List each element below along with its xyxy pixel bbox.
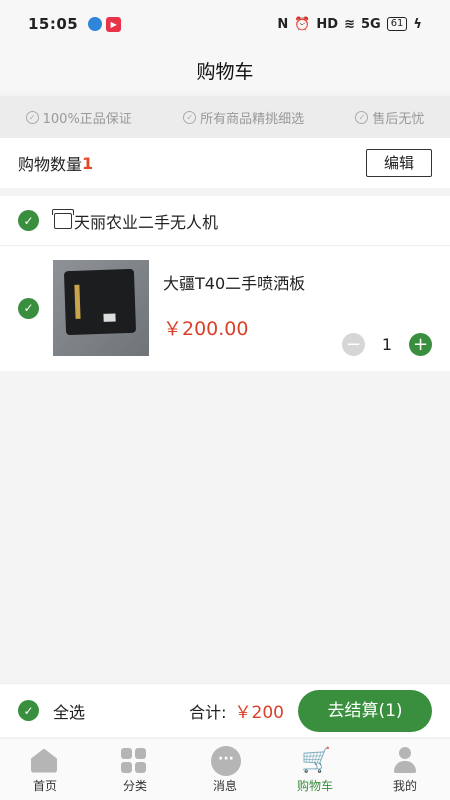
checkout-bar: ✓ 全选 合计: ￥200 去结算(1) [0, 683, 450, 737]
guarantee-label: 售后无忧 [372, 111, 425, 127]
home-icon [31, 746, 59, 774]
guarantee-bar: ✓ 100%正品保证 ✓ 所有商品精挑细选 ✓ 售后无忧 [0, 96, 450, 138]
tab-profile[interactable]: 我的 [360, 739, 450, 800]
cart-icon: 🛒 [301, 745, 331, 774]
guarantee-item: ✓ 所有商品精挑细选 [183, 108, 304, 127]
shop-card: ✓ 天丽农业二手无人机 ✓ 大疆T40二手喷洒板 ￥200.00 − 1 + [0, 196, 450, 371]
product-name[interactable]: 大疆T40二手喷洒板 [163, 270, 305, 294]
checkout-button[interactable]: 去结算(1) [298, 689, 432, 732]
item-select-checkbox[interactable]: ✓ [18, 297, 39, 319]
tab-messages[interactable]: ··· 消息 [180, 739, 270, 800]
category-icon [121, 746, 149, 774]
guarantee-label: 100%正品保证 [42, 111, 132, 127]
nfc-icon: N [277, 16, 289, 32]
user-icon [391, 746, 419, 774]
battery-icon: 61 [386, 17, 408, 31]
tab-category[interactable]: 分类 [90, 739, 180, 800]
quantity-value: 1 [381, 335, 393, 354]
guarantee-item: ✓ 100%正品保证 [25, 108, 132, 127]
guarantee-item: ✓ 售后无忧 [355, 108, 424, 127]
product-info: 大疆T40二手喷洒板 ￥200.00 [163, 246, 305, 341]
shop-header: ✓ 天丽农业二手无人机 [0, 196, 450, 246]
circuit-board-image [63, 268, 137, 336]
video-app-icon: ▶ [106, 16, 122, 32]
cart-count-value: 1 [82, 153, 94, 173]
cart-count-label: 购物数量 [18, 155, 83, 174]
shop-name[interactable]: 天丽农业二手无人机 [74, 209, 218, 233]
tab-label: 首页 [32, 778, 57, 793]
store-icon [52, 208, 74, 229]
tab-cart[interactable]: 🛒 购物车 [270, 739, 360, 800]
total-label: 合计: [189, 702, 227, 722]
check-icon: ✓ [183, 110, 197, 124]
status-indicators: N ⏰ HD ≋ 5G 61 ϟ [277, 17, 422, 32]
total-value: ￥200 [234, 703, 284, 723]
alarm-icon: ⏰ [294, 16, 311, 32]
decrease-quantity-button[interactable]: − [342, 333, 365, 356]
cart-count-row: 购物数量 1 编辑 [0, 138, 450, 188]
hd-icon: HD [316, 16, 339, 32]
wifi-icon: ≋ [344, 16, 355, 32]
check-icon: ✓ [355, 110, 369, 124]
product-image[interactable] [53, 260, 149, 356]
status-bar: 15:05 ▶ N ⏰ HD ≋ 5G 61 ϟ [0, 0, 450, 48]
status-apps: ▶ [88, 16, 122, 32]
bottom-tab-bar: 首页 分类 ··· 消息 🛒 购物车 我的 [0, 738, 450, 800]
tab-label: 分类 [122, 778, 147, 793]
increase-quantity-button[interactable]: + [409, 333, 432, 356]
tab-label: 我的 [392, 778, 417, 793]
page-title: 购物车 [196, 60, 254, 83]
browser-app-icon [88, 16, 103, 31]
tab-label: 消息 [212, 778, 237, 793]
guarantee-label: 所有商品精挑细选 [200, 111, 305, 127]
product-price: ￥200.00 [163, 318, 249, 340]
charging-icon: ϟ [413, 16, 422, 32]
check-icon: ✓ [25, 110, 39, 124]
select-all-label[interactable]: 全选 [53, 699, 85, 723]
shop-select-checkbox[interactable]: ✓ [18, 210, 39, 231]
signal-icon: 5G [360, 16, 381, 32]
quantity-stepper: − 1 + [342, 333, 432, 356]
cart-item: ✓ 大疆T40二手喷洒板 ￥200.00 − 1 + [0, 246, 450, 370]
tab-home[interactable]: 首页 [0, 739, 90, 800]
status-time: 15:05 [28, 15, 79, 33]
message-icon: ··· [211, 745, 241, 776]
select-all-checkbox[interactable]: ✓ [18, 700, 39, 721]
edit-button[interactable]: 编辑 [366, 149, 432, 177]
nav-header: 购物车 [0, 48, 450, 92]
tab-label: 购物车 [296, 778, 333, 793]
